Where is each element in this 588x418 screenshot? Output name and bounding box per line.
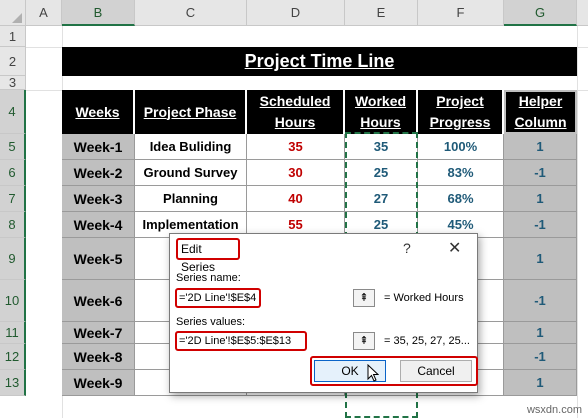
helper-cell[interactable]: 1 [504, 134, 577, 160]
week-cell[interactable]: Week-2 [62, 160, 135, 186]
column-header-d[interactable]: D [247, 0, 345, 26]
help-icon[interactable]: ? [403, 240, 411, 256]
row-header-8[interactable]: 8 [0, 212, 26, 238]
row-header-4[interactable]: 4 [0, 90, 26, 134]
series-values-input[interactable]: ='2D Line'!$E$5:$E$13 [175, 331, 307, 351]
week-cell[interactable]: Week-3 [62, 186, 135, 212]
row-header-1[interactable]: 1 [0, 26, 26, 47]
helper-cell[interactable]: 1 [504, 322, 577, 344]
phase-cell[interactable]: Planning [135, 186, 247, 212]
week-cell[interactable]: Week-4 [62, 212, 135, 238]
scheduled-hours-cell[interactable]: 30 [247, 160, 345, 186]
progress-cell[interactable]: 68% [418, 186, 504, 212]
mouse-cursor-icon [367, 363, 380, 387]
gridline [577, 26, 578, 418]
progress-cell[interactable]: 100% [418, 134, 504, 160]
helper-cell[interactable]: -1 [504, 280, 577, 322]
close-icon[interactable]: ✕ [448, 238, 461, 258]
page-title: Project Time Line [62, 47, 577, 76]
series-name-label: Series name: [176, 272, 241, 284]
header-scheduled-hours: Scheduled Hours [247, 90, 345, 134]
header-project-phase: Project Phase [135, 90, 247, 134]
week-cell[interactable]: Week-5 [62, 238, 135, 280]
edit-series-dialog: Edit Series ? ✕ Series name: ='2D Line'!… [169, 233, 478, 393]
scheduled-hours-cell[interactable]: 35 [247, 134, 345, 160]
column-header-b[interactable]: B [62, 0, 135, 26]
column-header-f[interactable]: F [418, 0, 504, 26]
row-header-2[interactable]: 2 [0, 47, 26, 76]
column-header-bar: A B C D E F G [0, 0, 588, 26]
row-header-5[interactable]: 5 [0, 134, 26, 160]
row-header-3[interactable]: 3 [0, 75, 26, 90]
row-header-12[interactable]: 12 [0, 344, 26, 370]
dialog-title: Edit Series [176, 238, 240, 274]
week-cell[interactable]: Week-7 [62, 322, 135, 344]
column-header-e[interactable]: E [345, 0, 418, 26]
row-header-9[interactable]: 9 [0, 238, 26, 280]
column-header-c[interactable]: C [135, 0, 247, 26]
header-project-progress: Project Progress [418, 90, 504, 134]
series-name-preview: = Worked Hours [384, 292, 464, 304]
progress-cell[interactable]: 83% [418, 160, 504, 186]
row-header-6[interactable]: 6 [0, 160, 26, 186]
column-header-g[interactable]: G [504, 0, 577, 26]
week-cell[interactable]: Week-6 [62, 280, 135, 322]
row-header-10[interactable]: 10 [0, 280, 26, 322]
header-helper-column: Helper Column [504, 90, 577, 134]
row-header-7[interactable]: 7 [0, 186, 26, 212]
phase-cell[interactable]: Idea Buliding [135, 134, 247, 160]
watermark: wsxdn.com [526, 404, 582, 416]
row-header-13[interactable]: 13 [0, 370, 26, 396]
select-all-corner[interactable] [0, 0, 26, 26]
helper-cell[interactable]: 1 [504, 238, 577, 280]
range-selector-icon[interactable]: ⇞ [353, 289, 375, 307]
week-cell[interactable]: Week-9 [62, 370, 135, 396]
helper-cell[interactable]: -1 [504, 212, 577, 238]
helper-cell[interactable]: 1 [504, 370, 577, 396]
series-values-label: Series values: [176, 316, 246, 328]
series-name-input[interactable]: ='2D Line'!$E$4 [175, 288, 261, 308]
phase-cell[interactable]: Ground Survey [135, 160, 247, 186]
week-cell[interactable]: Week-8 [62, 344, 135, 370]
header-worked-hours: Worked Hours [345, 90, 418, 134]
column-header-a[interactable]: A [26, 0, 62, 26]
series-values-preview: = 35, 25, 27, 25... [384, 335, 470, 347]
header-weeks: Weeks [62, 90, 135, 134]
helper-cell[interactable]: -1 [504, 344, 577, 370]
scheduled-hours-cell[interactable]: 40 [247, 186, 345, 212]
row-header-11[interactable]: 11 [0, 322, 26, 344]
week-cell[interactable]: Week-1 [62, 134, 135, 160]
helper-cell[interactable]: 1 [504, 186, 577, 212]
range-selector-icon[interactable]: ⇞ [353, 332, 375, 350]
cancel-button[interactable]: Cancel [400, 360, 472, 382]
helper-cell[interactable]: -1 [504, 160, 577, 186]
